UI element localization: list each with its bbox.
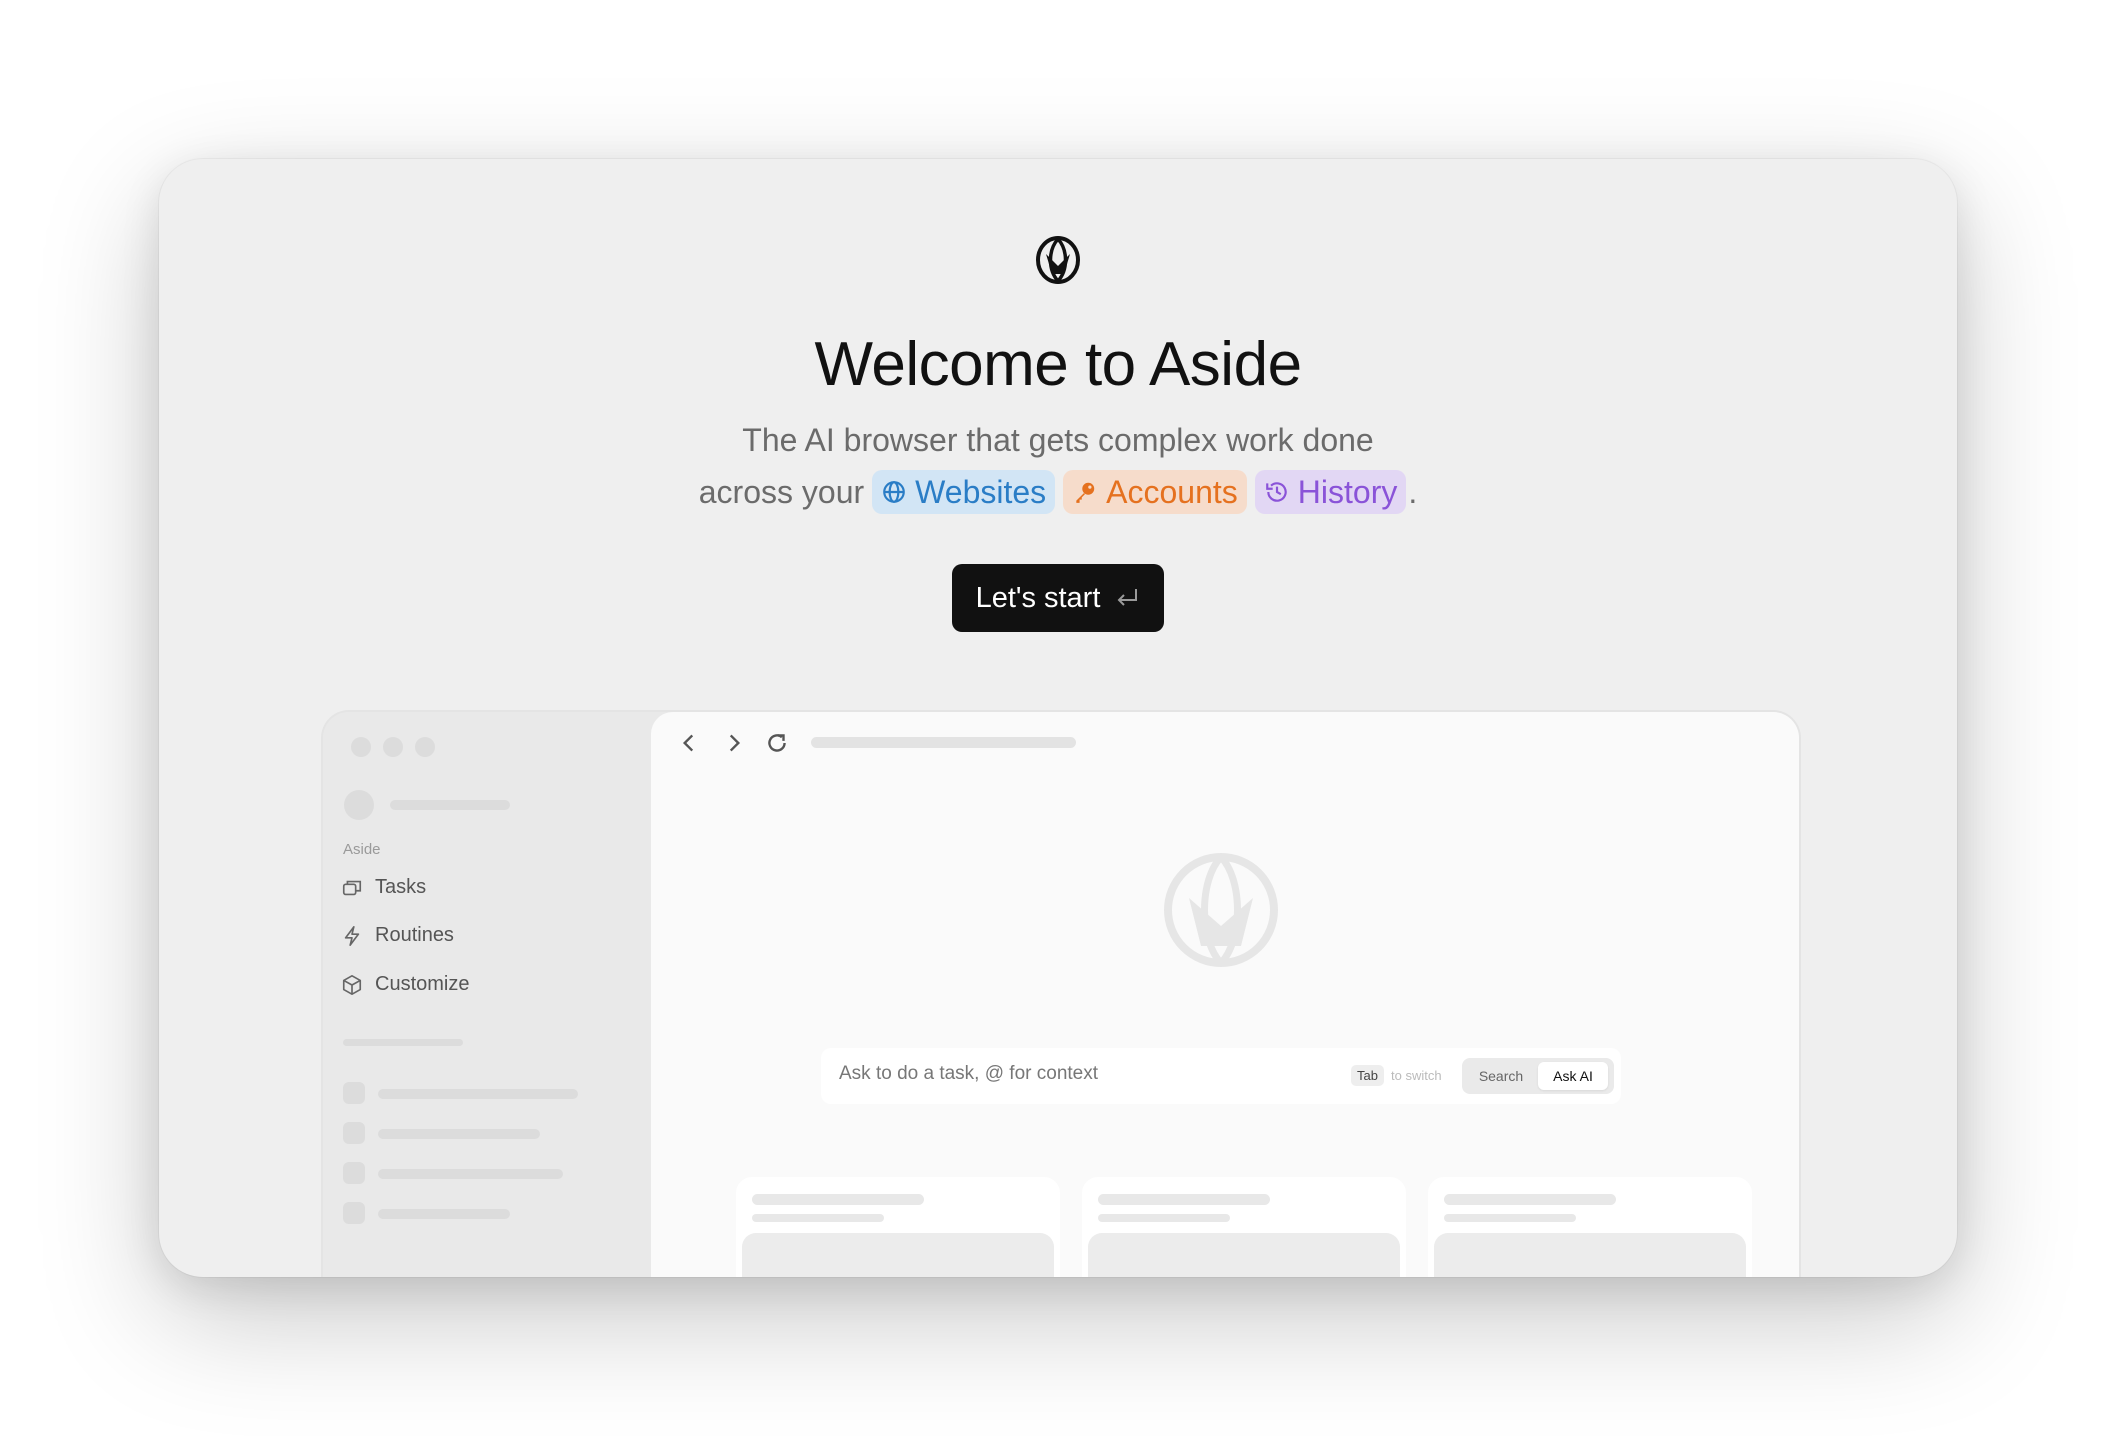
ask-ai-mode-option[interactable]: Ask AI bbox=[1538, 1062, 1608, 1090]
preview-sidebar: Aside Tasks Routines Customize bbox=[323, 712, 651, 1277]
list-item-text-placeholder bbox=[378, 1089, 578, 1099]
list-item-icon-placeholder bbox=[343, 1202, 365, 1224]
sidebar-item-label: Customize bbox=[375, 973, 470, 995]
card-subtitle-placeholder bbox=[752, 1214, 884, 1222]
subtitle-prefix: across your bbox=[698, 473, 865, 510]
tab-key-hint: Tab bbox=[1351, 1065, 1384, 1086]
lets-start-label: Let's start bbox=[975, 581, 1101, 614]
subtitle: The AI browser that gets complex work do… bbox=[742, 422, 1374, 458]
card-subtitle-placeholder bbox=[1444, 1214, 1576, 1222]
mode-toggle[interactable]: Search Ask AI bbox=[1462, 1058, 1614, 1094]
card-title-placeholder bbox=[1098, 1194, 1270, 1205]
back-icon[interactable] bbox=[676, 730, 702, 756]
welcome-window: Welcome to Aside The AI browser that get… bbox=[159, 159, 1957, 1277]
sidebar-section-label: Aside bbox=[343, 841, 381, 858]
enter-key-icon bbox=[1117, 589, 1138, 606]
history-icon bbox=[1265, 482, 1287, 502]
card-image-placeholder bbox=[742, 1233, 1054, 1277]
card-image-placeholder bbox=[1434, 1233, 1746, 1277]
lets-start-button[interactable]: Let's start bbox=[952, 564, 1164, 632]
preview-main: Ask to do a task, @ for context Tab to s… bbox=[651, 712, 1799, 1277]
card-subtitle-placeholder bbox=[1098, 1214, 1230, 1222]
avatar-placeholder bbox=[344, 790, 374, 820]
browser-preview: Aside Tasks Routines Customize Ask to do… bbox=[321, 710, 1801, 1277]
list-item-icon-placeholder bbox=[343, 1082, 365, 1104]
subtitle-line-2: across your Websites Accounts History . bbox=[159, 470, 1957, 514]
accounts-chip: Accounts bbox=[1063, 470, 1247, 514]
card-title-placeholder bbox=[752, 1194, 924, 1205]
switch-hint: to switch bbox=[1391, 1068, 1442, 1083]
list-item-icon-placeholder bbox=[343, 1122, 365, 1144]
sidebar-item-routines[interactable]: Routines bbox=[341, 924, 454, 947]
forward-icon[interactable] bbox=[721, 730, 747, 756]
window-close-dot bbox=[351, 737, 371, 757]
ask-input[interactable]: Ask to do a task, @ for context Tab to s… bbox=[821, 1048, 1621, 1104]
sidebar-item-label: Routines bbox=[375, 924, 454, 946]
suggestion-card[interactable] bbox=[1428, 1177, 1752, 1277]
accounts-chip-label: Accounts bbox=[1106, 473, 1238, 510]
list-item-icon-placeholder bbox=[343, 1162, 365, 1184]
sidebar-item-customize[interactable]: Customize bbox=[341, 973, 469, 996]
card-title-placeholder bbox=[1444, 1194, 1616, 1205]
websites-chip-label: Websites bbox=[915, 473, 1047, 510]
aside-watermark-icon bbox=[1161, 850, 1281, 970]
reload-icon[interactable] bbox=[764, 730, 790, 756]
suggestion-card[interactable] bbox=[1082, 1177, 1406, 1277]
list-item-text-placeholder bbox=[378, 1169, 563, 1179]
ask-input-placeholder: Ask to do a task, @ for context bbox=[839, 1063, 1099, 1084]
routines-icon bbox=[344, 925, 360, 946]
name-placeholder bbox=[390, 800, 510, 810]
websites-chip: Websites bbox=[872, 470, 1056, 514]
history-chip-label: History bbox=[1297, 473, 1398, 510]
aside-logo-icon bbox=[1034, 234, 1082, 286]
sidebar-item-tasks[interactable]: Tasks bbox=[341, 876, 426, 899]
address-bar-placeholder[interactable] bbox=[811, 737, 1076, 748]
window-maximize-dot bbox=[415, 737, 435, 757]
subtitle-period: . bbox=[1408, 473, 1418, 510]
list-item-text-placeholder bbox=[378, 1209, 510, 1219]
search-mode-option[interactable]: Search bbox=[1466, 1062, 1536, 1090]
cube-icon bbox=[342, 974, 362, 995]
sidebar-item-label: Tasks bbox=[375, 876, 427, 898]
history-chip: History bbox=[1254, 470, 1407, 514]
card-image-placeholder bbox=[1088, 1233, 1400, 1277]
section-divider-placeholder bbox=[343, 1039, 463, 1046]
list-item-text-placeholder bbox=[378, 1129, 540, 1139]
globe-icon bbox=[883, 481, 905, 503]
key-icon bbox=[1076, 482, 1095, 503]
tasks-icon bbox=[342, 880, 362, 895]
window-minimize-dot bbox=[383, 737, 403, 757]
page-title: Welcome to Aside bbox=[814, 330, 1302, 399]
suggestion-card[interactable] bbox=[736, 1177, 1060, 1277]
